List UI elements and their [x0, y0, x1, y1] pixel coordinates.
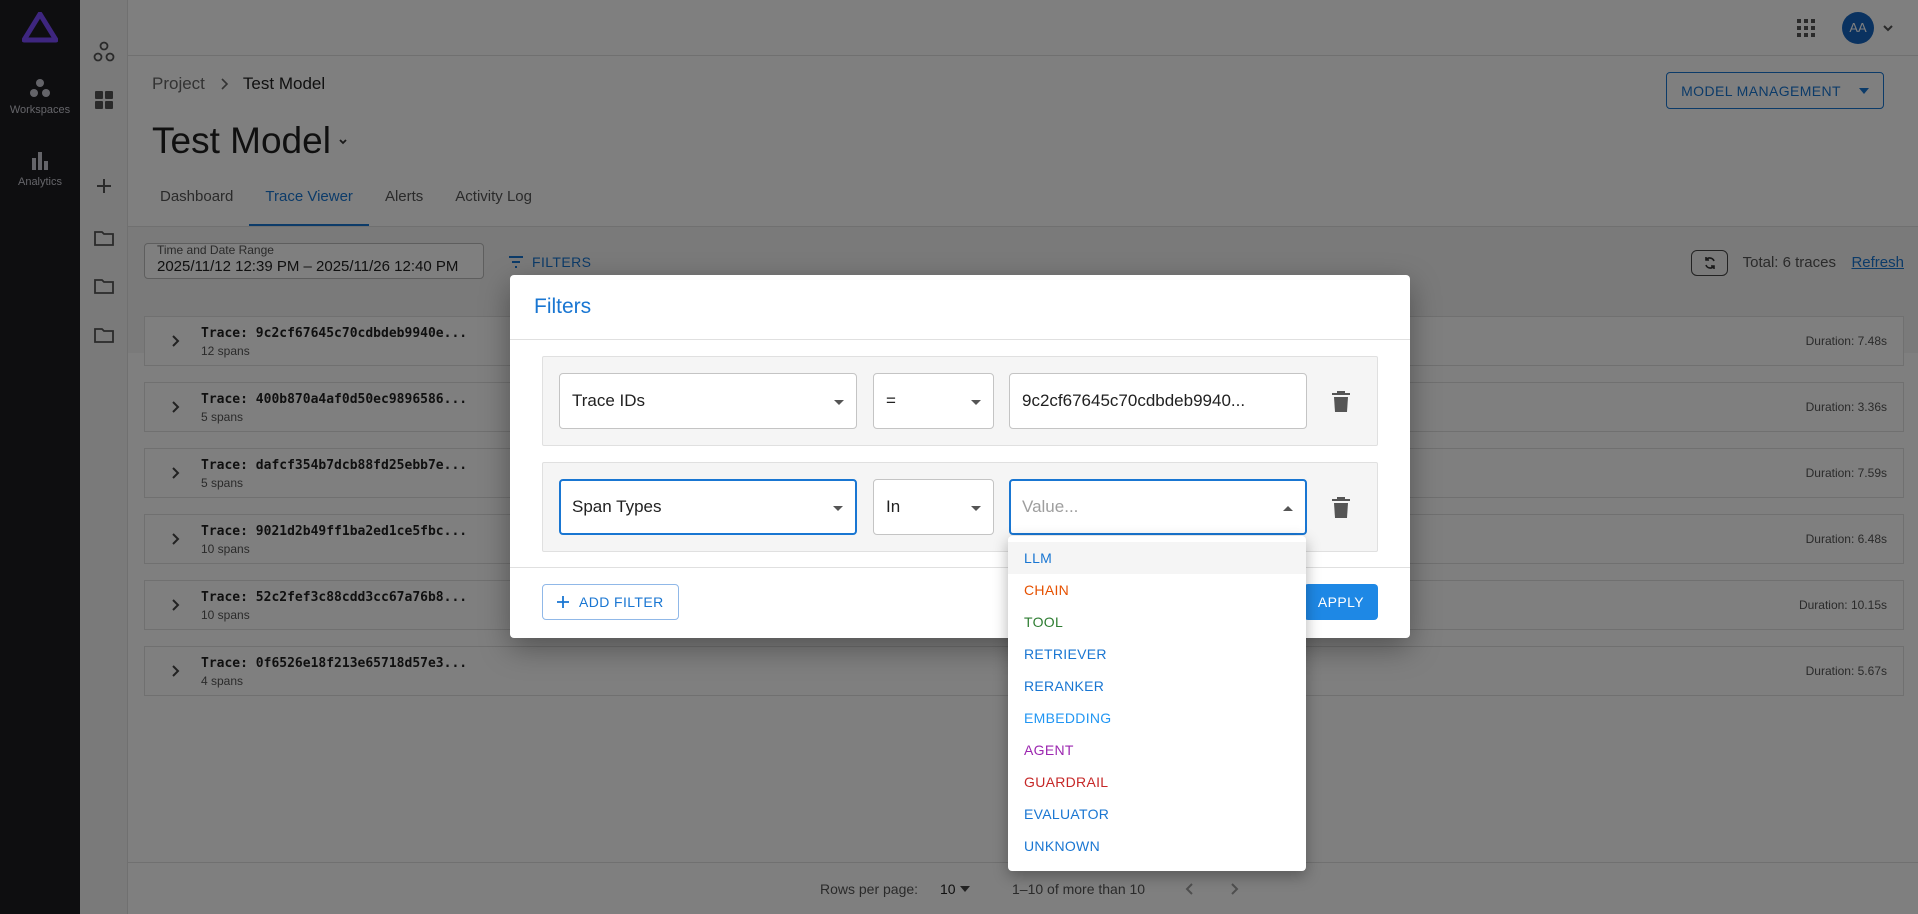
filter-value-select[interactable]: Value...: [1009, 479, 1307, 535]
filter-operator-select[interactable]: =: [873, 373, 994, 429]
menu-option[interactable]: EMBEDDING: [1008, 702, 1306, 734]
caret-down-icon: [971, 400, 981, 405]
filter-field-select[interactable]: Span Types: [559, 479, 857, 535]
span-type-menu: LLM CHAIN TOOL RETRIEVER RERANKER EMBEDD…: [1008, 536, 1306, 871]
caret-down-icon: [834, 400, 844, 405]
menu-option[interactable]: GUARDRAIL: [1008, 766, 1306, 798]
menu-option[interactable]: TOOL: [1008, 606, 1306, 638]
menu-option[interactable]: CHAIN: [1008, 574, 1306, 606]
filter-field-value: Span Types: [572, 497, 662, 516]
menu-option[interactable]: UNKNOWN: [1008, 830, 1306, 862]
delete-icon[interactable]: [1331, 390, 1351, 412]
filter-field-value: Trace IDs: [572, 391, 646, 410]
menu-option[interactable]: EVALUATOR: [1008, 798, 1306, 830]
dialog-title: Filters: [534, 295, 592, 318]
delete-icon[interactable]: [1331, 496, 1351, 518]
apply-button[interactable]: APPLY: [1303, 584, 1378, 620]
filter-value-input[interactable]: 9c2cf67645c70cdbdeb9940...: [1009, 373, 1307, 429]
menu-option[interactable]: RETRIEVER: [1008, 638, 1306, 670]
filter-field-select[interactable]: Trace IDs: [559, 373, 857, 429]
filter-operator-select[interactable]: In: [873, 479, 994, 535]
filter-operator-value: =: [886, 391, 896, 410]
add-icon: [557, 596, 569, 608]
menu-option[interactable]: RERANKER: [1008, 670, 1306, 702]
dialog-divider: [510, 339, 1410, 340]
caret-down-icon: [971, 506, 981, 511]
caret-down-icon: [833, 506, 843, 511]
menu-option[interactable]: AGENT: [1008, 734, 1306, 766]
filter-value-text: 9c2cf67645c70cdbdeb9940...: [1022, 391, 1246, 410]
add-filter-button[interactable]: ADD FILTER: [542, 584, 679, 620]
filter-value-placeholder: Value...: [1022, 497, 1079, 516]
caret-up-icon: [1283, 506, 1293, 511]
filter-operator-value: In: [886, 497, 901, 516]
add-filter-label: ADD FILTER: [579, 594, 664, 610]
filter-row: Trace IDs = 9c2cf67645c70cdbdeb9940...: [542, 356, 1378, 446]
menu-option[interactable]: LLM: [1008, 542, 1306, 574]
